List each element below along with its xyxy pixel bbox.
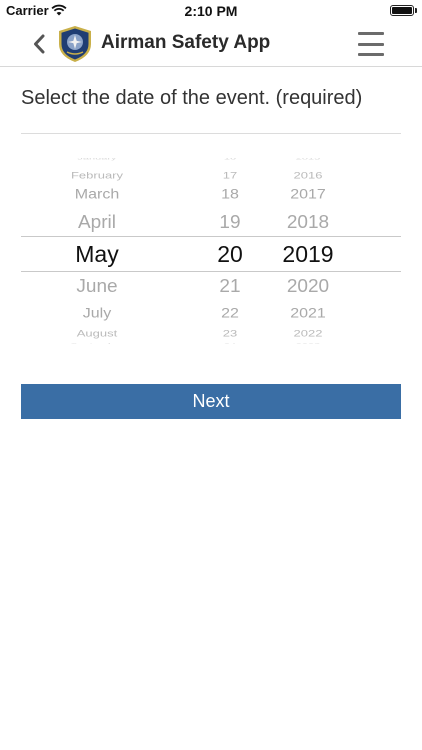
month-option[interactable]: July — [21, 307, 173, 321]
year-option[interactable]: 2016 — [267, 170, 349, 179]
month-wheel[interactable]: January February March April May June July Augu… — [21, 158, 173, 344]
day-option[interactable]: 17 — [193, 170, 267, 179]
hamburger-icon-bar — [358, 53, 384, 56]
day-option[interactable]: 21 — [193, 277, 267, 295]
year-option[interactable]: 2022 — [267, 328, 349, 337]
app-title: Airman Safety App — [101, 32, 271, 53]
year-option[interactable]: 2019 — [267, 242, 349, 266]
next-button[interactable]: Next — [21, 384, 401, 419]
month-option[interactable]: February — [21, 170, 173, 179]
battery-tip — [415, 8, 417, 13]
day-option[interactable]: 24 — [193, 342, 267, 344]
year-option[interactable]: 2018 — [267, 213, 349, 231]
divider — [21, 133, 401, 134]
day-option[interactable]: 22 — [193, 307, 267, 321]
month-option[interactable]: May — [21, 242, 173, 266]
battery-icon — [390, 5, 414, 16]
menu-button[interactable] — [358, 32, 384, 56]
hamburger-icon-bar — [358, 32, 384, 35]
year-wheel[interactable]: 2015 2016 2017 2018 2019 2020 2021 2022 2023 — [267, 158, 349, 344]
month-option[interactable]: April — [21, 213, 173, 231]
chevron-left-icon — [34, 34, 45, 54]
month-option[interactable]: March — [21, 188, 173, 202]
month-option[interactable]: September — [21, 342, 173, 344]
month-option[interactable]: June — [21, 277, 173, 295]
back-button[interactable] — [26, 29, 52, 59]
day-option[interactable]: 19 — [193, 213, 267, 231]
year-option[interactable]: 2021 — [267, 307, 349, 321]
question-label: Select the date of the event. (required) — [21, 87, 363, 109]
day-option[interactable]: 16 — [193, 158, 267, 160]
day-option[interactable]: 20 — [193, 242, 267, 266]
status-time: 2:10 PM — [184, 3, 238, 19]
day-option[interactable]: 23 — [193, 328, 267, 337]
nav-bar: Airman Safety App — [0, 22, 422, 67]
year-option[interactable]: 2015 — [267, 158, 349, 160]
month-option[interactable]: August — [21, 328, 173, 337]
year-option[interactable]: 2023 — [267, 342, 349, 344]
air-force-emblem-icon — [59, 26, 91, 62]
month-option[interactable]: January — [21, 158, 173, 160]
hamburger-icon-bar — [358, 42, 384, 46]
day-option[interactable]: 18 — [193, 188, 267, 202]
status-bar: Carrier 2:10 PM — [0, 0, 422, 22]
year-option[interactable]: 2017 — [267, 188, 349, 202]
year-option[interactable]: 2020 — [267, 277, 349, 295]
date-picker[interactable]: January February March April May June July Augu… — [21, 158, 401, 344]
day-wheel[interactable]: 16 17 18 19 20 21 22 23 24 — [193, 158, 267, 344]
